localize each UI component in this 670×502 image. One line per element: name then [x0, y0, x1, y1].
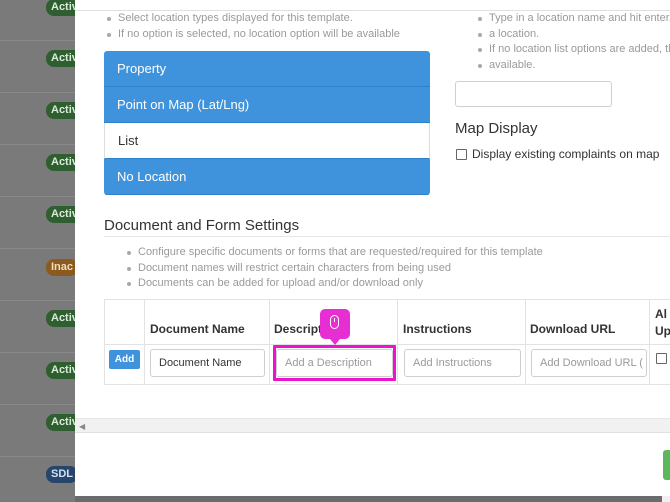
hint-text: Configure specific documents or forms th…: [124, 245, 644, 261]
hint-text: Document names will restrict certain cha…: [124, 261, 644, 277]
table-border: [104, 384, 670, 385]
location-option-property[interactable]: Property: [104, 51, 430, 87]
row-divider: [0, 456, 75, 457]
add-document-button[interactable]: Add: [109, 350, 140, 369]
row-divider: [0, 352, 75, 353]
hint-text: If no option is selected, no location op…: [104, 27, 434, 43]
display-complaints-label[interactable]: Display existing complaints on map: [472, 147, 659, 161]
table-border: [104, 299, 105, 385]
column-header-allow-upload-line2: Up: [655, 324, 670, 338]
hint-text: available.: [489, 58, 536, 71]
table-border: [269, 299, 270, 385]
table-border: [649, 299, 650, 385]
hint-text: Select location types displayed for this…: [104, 11, 434, 27]
column-header-description: Descript: [274, 322, 323, 336]
save-button[interactable]: [663, 450, 670, 480]
hint-text: Type in a location name and hit enter. C: [475, 11, 670, 27]
column-header-document-name: Document Name: [150, 322, 245, 336]
download-url-input[interactable]: Add Download URL (: [531, 349, 647, 377]
table-border: [104, 299, 670, 300]
document-settings-title: Document and Form Settings: [104, 217, 300, 234]
location-type-list: Property Point on Map (Lat/Lng) List No …: [104, 51, 430, 195]
row-divider: [0, 92, 75, 93]
table-border: [144, 299, 145, 385]
modal-footer-divider: [75, 432, 670, 433]
hint-text: Documents can be added for upload and/or…: [124, 276, 644, 292]
click-target-highlight: [273, 345, 396, 381]
location-option-list[interactable]: List: [104, 123, 430, 159]
location-list-hints: Type in a location name and hit enter. C…: [475, 11, 670, 73]
status-badge: SDL: [46, 466, 78, 483]
display-complaints-checkbox[interactable]: [456, 149, 467, 160]
template-settings-modal: Select location types displayed for this…: [75, 0, 670, 496]
hint-text-continued: a location.: [475, 27, 670, 43]
instructions-input[interactable]: Add Instructions: [404, 349, 521, 377]
section-divider: [104, 236, 670, 237]
table-border: [397, 299, 398, 385]
scroll-left-icon[interactable]: ◀: [79, 422, 85, 431]
column-header-download-url: Download URL: [530, 322, 616, 336]
status-badge: Inac: [46, 259, 79, 276]
document-name-input[interactable]: Document Name: [150, 349, 265, 377]
map-display-title: Map Display: [455, 120, 538, 137]
row-divider: [0, 300, 75, 301]
location-type-hints: Select location types displayed for this…: [104, 11, 434, 42]
table-horizontal-scrollbar[interactable]: ◀: [75, 418, 670, 433]
location-option-point-on-map[interactable]: Point on Map (Lat/Lng): [104, 87, 430, 123]
column-header-allow-upload: Al: [655, 307, 667, 321]
table-border: [525, 299, 526, 385]
row-divider: [0, 196, 75, 197]
row-divider: [0, 404, 75, 405]
row-divider: [0, 144, 75, 145]
column-header-instructions: Instructions: [403, 322, 472, 336]
row-divider: [0, 248, 75, 249]
allow-upload-checkbox[interactable]: [656, 353, 667, 364]
hint-text: a location.: [489, 27, 540, 40]
hint-text-continued: available.: [475, 58, 670, 74]
document-settings-hints: Configure specific documents or forms th…: [124, 245, 644, 292]
mouse-icon: [330, 315, 339, 329]
location-name-input[interactable]: [455, 81, 612, 107]
row-divider: [0, 40, 75, 41]
location-option-no-location[interactable]: No Location: [104, 159, 430, 195]
mouse-click-indicator: [320, 309, 350, 345]
hint-text: If no location list options are added, t…: [475, 42, 670, 58]
